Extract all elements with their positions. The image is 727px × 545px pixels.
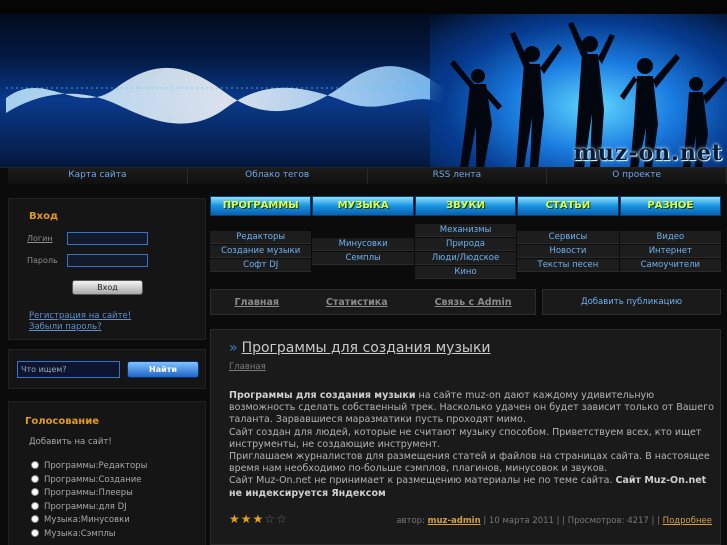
radio-icon[interactable] — [31, 502, 39, 510]
subnav-music: Минусовки Семплы — [312, 220, 414, 282]
article-body: Программы для создания музыки на сайте m… — [229, 390, 714, 499]
top-strip — [0, 0, 727, 14]
tab-misc[interactable]: РАЗНОЕ — [619, 196, 722, 216]
sitemap-link[interactable]: Карта сайта — [8, 168, 188, 184]
read-more-link[interactable]: Подробнее — [663, 516, 712, 526]
subnav-item[interactable]: Новости — [517, 244, 619, 258]
forgot-password-link[interactable]: Забыли пароль? — [29, 322, 102, 332]
subnav-item[interactable]: Сервисы — [517, 230, 619, 244]
subnav-item[interactable]: Создание музыки — [210, 244, 312, 258]
search-button[interactable]: Найти — [127, 361, 199, 378]
subnav-item[interactable]: Люди/Людское — [414, 251, 517, 265]
login-input[interactable] — [67, 232, 148, 245]
login-title: Вход — [29, 211, 59, 222]
top-links-bar: Карта сайта Облако тегов RSS лента О про… — [8, 168, 727, 184]
poll-panel: Голосование Добавить на сайт! Программы:… — [8, 401, 206, 545]
star-icon[interactable]: ★ — [229, 512, 241, 526]
poll-option[interactable]: Музыка:Минусовки — [31, 515, 130, 525]
subnav-articles: Сервисы Новости Тексты песен — [517, 220, 619, 282]
tab-sounds[interactable]: ЗВУКИ — [414, 196, 517, 216]
login-label: Логин — [27, 234, 53, 243]
login-button[interactable]: Вход — [72, 280, 143, 295]
poll-question: Добавить на сайт! — [29, 437, 112, 447]
home-link[interactable]: Главная — [234, 297, 279, 308]
double-chevron-icon: » — [229, 340, 238, 356]
subnav-misc: Видео Интернет Самоучители — [619, 220, 722, 282]
poll-option[interactable]: Программы:для DJ — [31, 502, 127, 512]
subnav-item[interactable]: Софт DJ — [210, 258, 312, 272]
subnav-item[interactable]: Механизмы — [414, 223, 517, 237]
contact-admin-link[interactable]: Связь с Admin — [435, 297, 512, 308]
star-icon[interactable]: ★ — [241, 512, 253, 526]
tab-programs[interactable]: ПРОГРАММЫ — [210, 196, 312, 216]
subnav-item[interactable]: Тексты песен — [517, 258, 619, 272]
tab-articles[interactable]: СТАТЬИ — [517, 196, 619, 216]
author-link[interactable]: muz-admin — [428, 516, 481, 526]
poll-option[interactable]: Программы:Редакторы — [31, 461, 147, 471]
rating-stars[interactable]: ★★★☆☆ — [229, 512, 288, 526]
password-input[interactable] — [67, 254, 148, 267]
star-icon[interactable]: ☆ — [276, 512, 288, 526]
poll-option[interactable]: Программы:Создание — [31, 475, 142, 485]
rss-link[interactable]: RSS лента — [367, 168, 548, 184]
tab-music[interactable]: МУЗЫКА — [312, 196, 414, 216]
subnav-item[interactable]: Минусовки — [312, 237, 414, 251]
password-label: Пароль — [27, 256, 58, 265]
subnav-item[interactable]: Семплы — [312, 251, 414, 265]
radio-icon[interactable] — [31, 461, 39, 469]
poll-option[interactable]: Программы:Плееры — [31, 488, 133, 498]
subnav-item[interactable]: Интернет — [619, 244, 722, 258]
subnav-item[interactable]: Кино — [414, 265, 517, 279]
equalizer-art — [6, 66, 446, 124]
site-logo[interactable]: muz-on.net — [574, 140, 723, 166]
tag-cloud-link[interactable]: Облако тегов — [187, 168, 368, 184]
main-nav: ПРОГРАММЫ МУЗЫКА ЗВУКИ СТАТЬИ РАЗНОЕ — [210, 196, 722, 216]
star-icon[interactable]: ★ — [253, 512, 265, 526]
poll-title: Голосование — [25, 416, 100, 427]
search-input[interactable]: Что ищем? — [17, 361, 120, 378]
poll-option[interactable]: Музыка:Сэмплы — [31, 529, 116, 539]
about-link[interactable]: О проекте — [547, 168, 727, 184]
star-icon[interactable]: ☆ — [264, 512, 276, 526]
article-title[interactable]: » Программы для создания музыки — [229, 340, 491, 356]
radio-icon[interactable] — [31, 475, 39, 483]
secondary-nav: Главная Статистика Связь с Admin — [210, 289, 536, 315]
subnav-item[interactable]: Видео — [619, 230, 722, 244]
subnav-item[interactable]: Самоучители — [619, 258, 722, 272]
statistics-link[interactable]: Статистика — [326, 297, 388, 308]
radio-icon[interactable] — [31, 515, 39, 523]
subnav-item[interactable]: Редакторы — [210, 230, 312, 244]
article-card: » Программы для создания музыки Главная П… — [210, 329, 721, 545]
login-panel: Вход Логин Пароль Вход Регистрация на са… — [8, 198, 206, 340]
header-banner: muz-on.net — [0, 0, 727, 168]
search-panel: Что ищем? Найти — [8, 349, 206, 389]
subnav-sounds: Механизмы Природа Люди/Людское Кино — [414, 220, 517, 282]
subnav-item[interactable]: Природа — [414, 237, 517, 251]
register-link[interactable]: Регистрация на сайте! — [29, 311, 131, 321]
add-publication-button[interactable]: Добавить публикацию — [542, 289, 721, 315]
radio-icon[interactable] — [31, 529, 39, 537]
article-meta: автор: muz-admin | 10 марта 2011 | | Про… — [396, 516, 712, 526]
breadcrumb[interactable]: Главная — [229, 362, 266, 372]
subnav-programs: Редакторы Создание музыки Софт DJ — [210, 220, 312, 282]
sub-nav: Редакторы Создание музыки Софт DJ Минусо… — [210, 220, 722, 282]
radio-icon[interactable] — [31, 488, 39, 496]
